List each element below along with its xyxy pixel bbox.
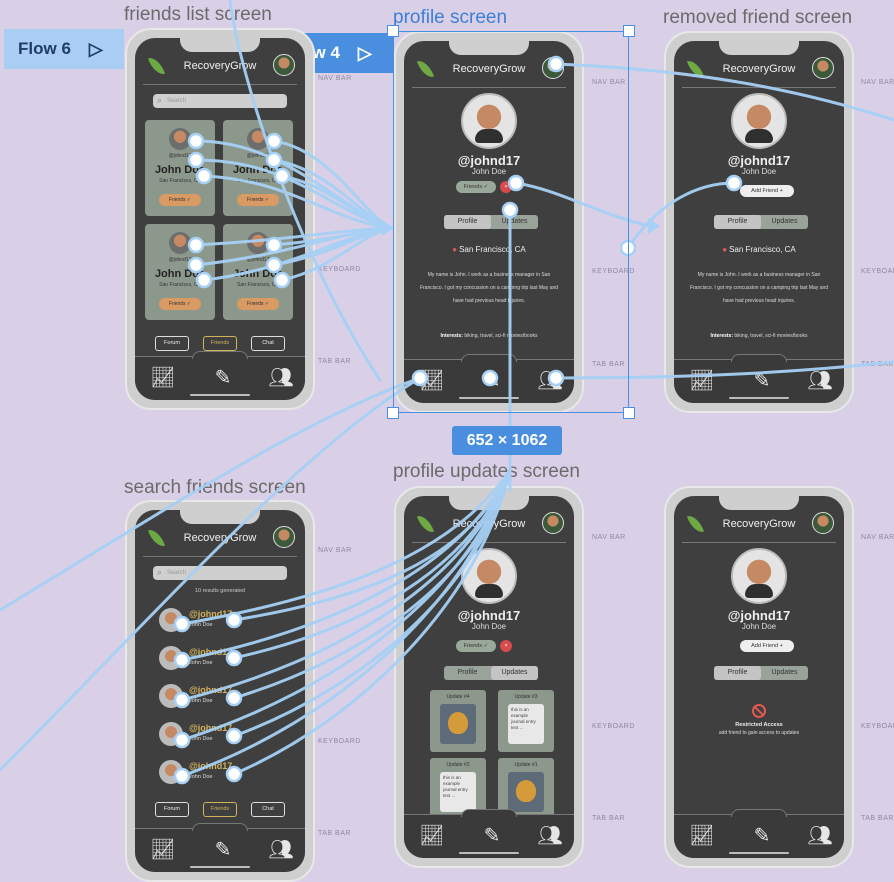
connector [626, 181, 736, 250]
connector-node [195, 167, 213, 185]
connector-node [225, 611, 243, 629]
connector-node [173, 767, 191, 785]
connector [228, 0, 382, 382]
connector-node [225, 765, 243, 783]
connector-node [265, 132, 283, 150]
resize-handle[interactable] [623, 407, 635, 419]
connector-node [187, 151, 205, 169]
arrowhead [648, 218, 660, 234]
resize-handle[interactable] [623, 25, 635, 37]
connector-node [187, 236, 205, 254]
connector-node [173, 691, 191, 709]
connector-node [173, 615, 191, 633]
connector-node [725, 174, 743, 192]
connector-node [273, 271, 291, 289]
connector [0, 376, 422, 612]
connector [232, 468, 512, 660]
resize-handle[interactable] [387, 25, 399, 37]
connector-node [225, 689, 243, 707]
connector-node [195, 271, 213, 289]
selection-box[interactable] [393, 31, 629, 413]
dimension-badge: 652 × 1062 [452, 426, 562, 455]
connector [180, 468, 512, 662]
connector-node [225, 727, 243, 745]
connector-node [187, 132, 205, 150]
connector-node [173, 731, 191, 749]
connector-node [187, 256, 205, 274]
connector-node [273, 167, 291, 185]
connector-node [265, 256, 283, 274]
connector-node [265, 236, 283, 254]
connector-node [225, 649, 243, 667]
resize-handle[interactable] [387, 407, 399, 419]
connector-node [173, 651, 191, 669]
connector [0, 376, 422, 772]
connector-node [265, 151, 283, 169]
